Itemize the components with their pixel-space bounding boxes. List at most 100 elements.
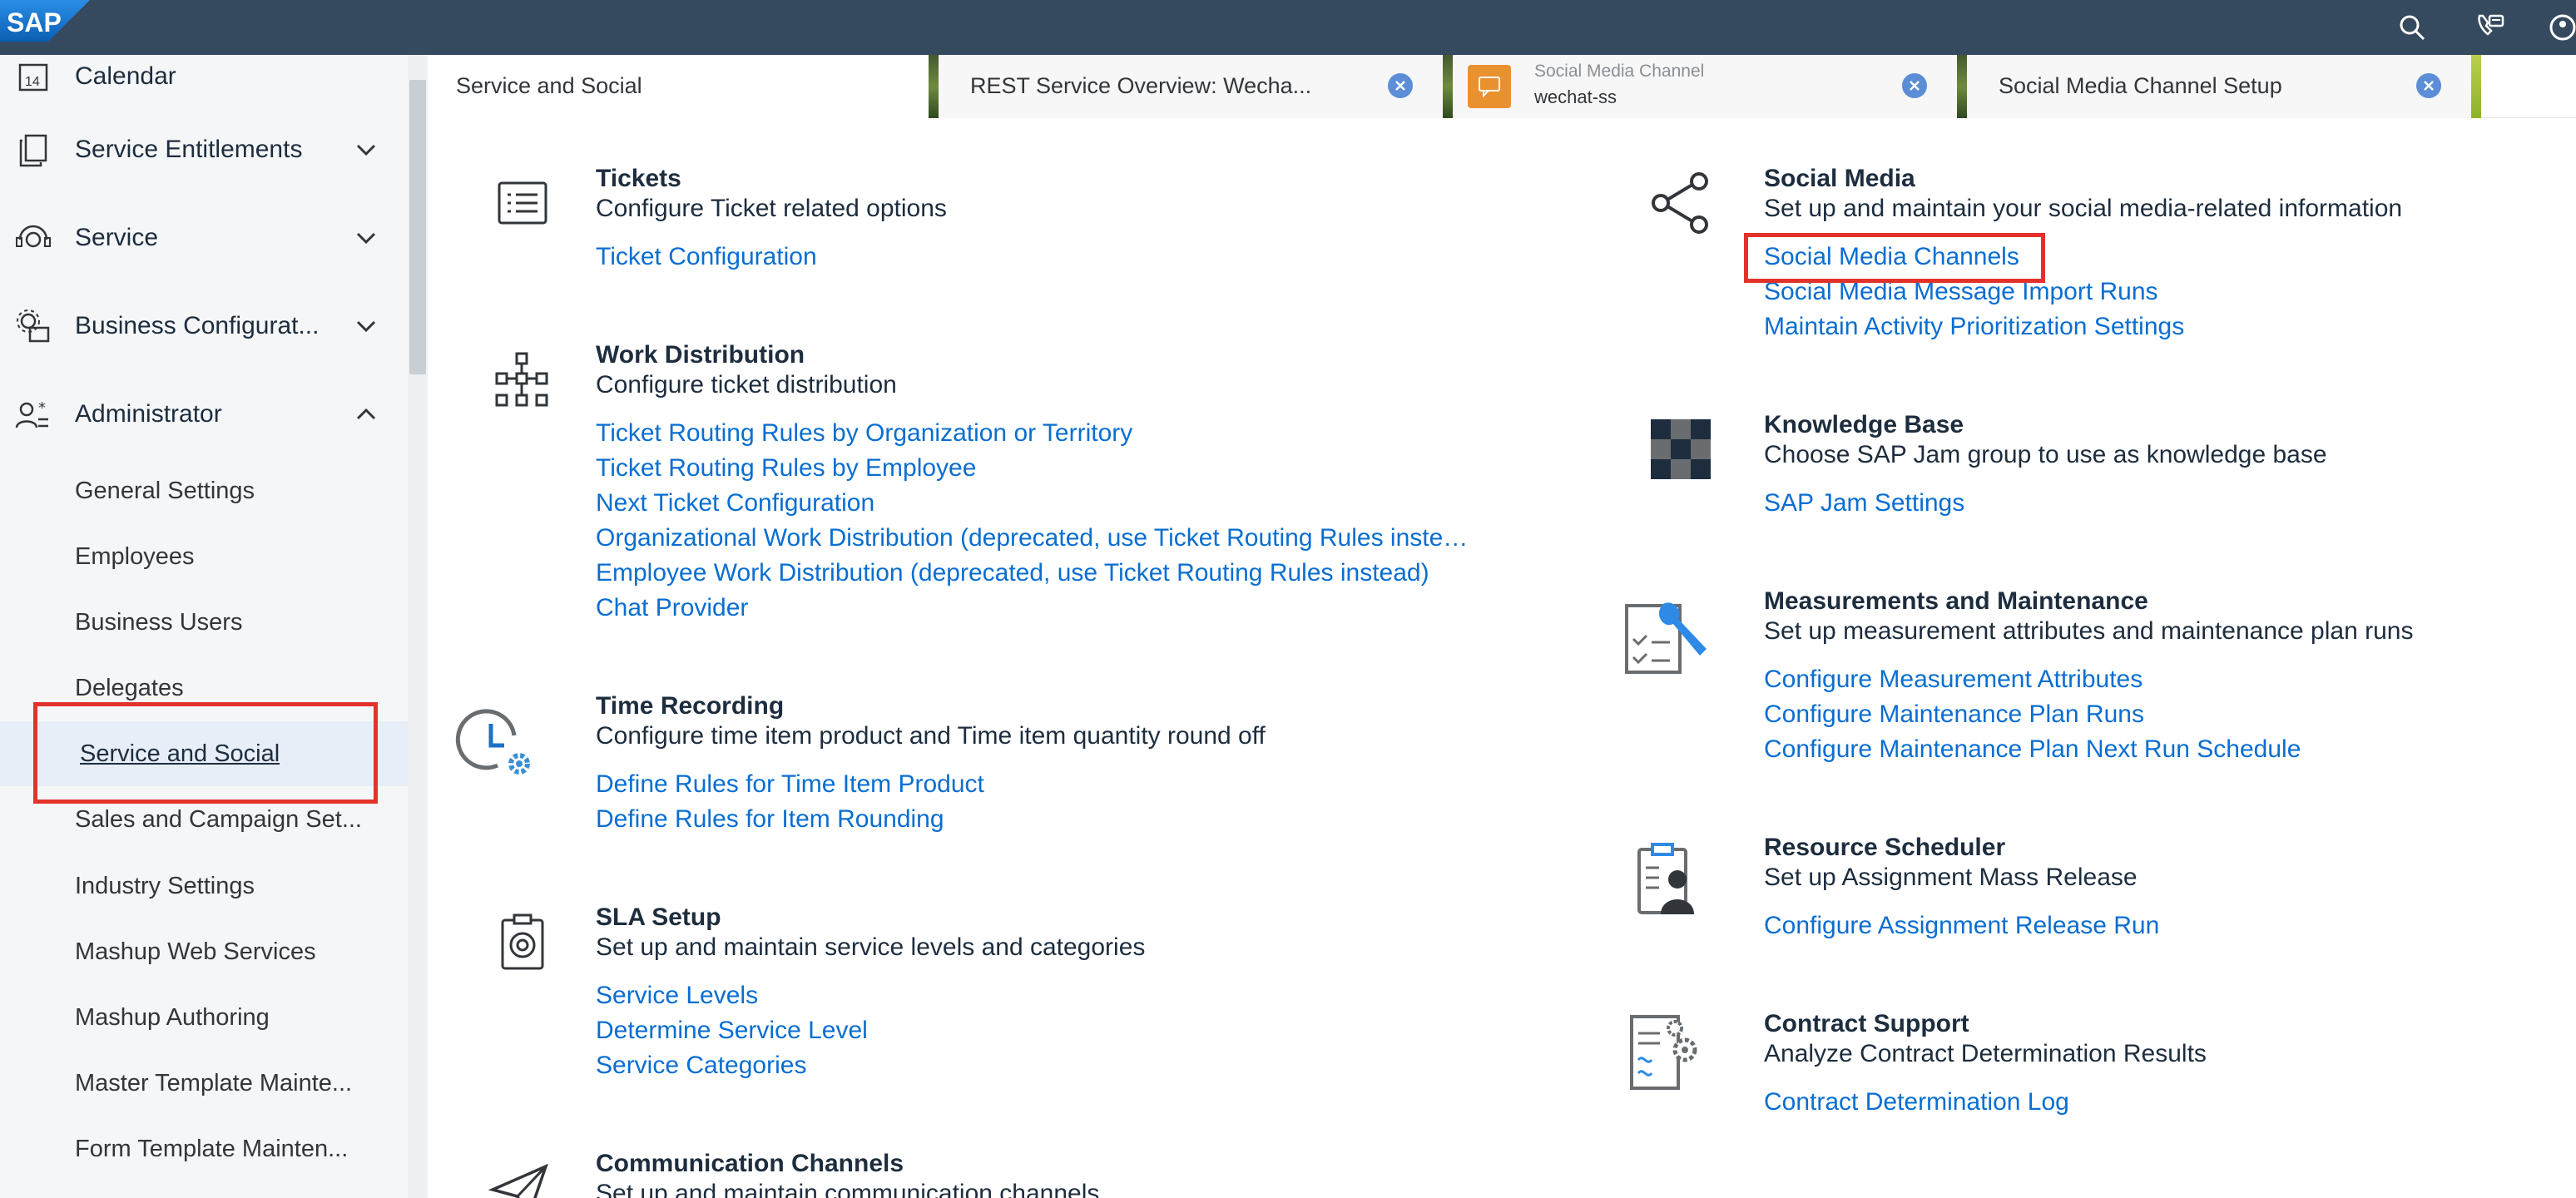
tab-label: Social Media Channel Setup bbox=[1999, 73, 2282, 98]
section-title: Measurements and Maintenance bbox=[1764, 587, 2148, 615]
nav-subitem-label: General Settings bbox=[75, 477, 255, 504]
section-title: Social Media bbox=[1764, 165, 1915, 192]
nav-label-calendar: Calendar bbox=[75, 62, 176, 90]
link-employee-work-distribution[interactable]: Employee Work Distribution (deprecated, … bbox=[596, 559, 1429, 587]
nav-subitem-label: Industry Settings bbox=[75, 872, 255, 899]
nav-label: Service bbox=[75, 224, 159, 251]
phone-chat-icon[interactable] bbox=[2471, 8, 2509, 47]
link-service-categories[interactable]: Service Categories bbox=[596, 1052, 806, 1080]
section-title: SLA Setup bbox=[596, 903, 721, 931]
user-icon[interactable] bbox=[2544, 8, 2576, 47]
share-icon bbox=[1639, 161, 1722, 245]
section-description: Configure time item product and Time ite… bbox=[596, 722, 1266, 750]
nav-label: Administrator bbox=[75, 400, 222, 428]
nav-subitem-label: Mashup Web Services bbox=[75, 938, 316, 965]
nav-item-administrator[interactable]: * Administrator bbox=[0, 373, 408, 456]
link-ticket-configuration[interactable]: Ticket Configuration bbox=[596, 243, 817, 271]
wrench-checklist-icon bbox=[1614, 587, 1714, 687]
search-icon[interactable] bbox=[2393, 8, 2431, 47]
link-activity-prioritization[interactable]: Maintain Activity Prioritization Setting… bbox=[1764, 313, 2184, 341]
chevron-down-icon[interactable] bbox=[353, 136, 379, 163]
nav-subitem-business-users[interactable]: Business Users bbox=[0, 590, 408, 655]
section-measurements-maintenance: Measurements and Maintenance Set up meas… bbox=[1614, 577, 2563, 785]
nav-subitem-label: Mashup Authoring bbox=[75, 1003, 270, 1031]
link-maintenance-plan-schedule[interactable]: Configure Maintenance Plan Next Run Sche… bbox=[1764, 735, 2301, 764]
nav-item-service-entitlements[interactable]: Service Entitlements bbox=[0, 108, 408, 191]
tab-social-media-channel[interactable]: Social Media Channel wechat-ss bbox=[1453, 55, 1957, 118]
section-knowledge-base: Knowledge Base Choose SAP Jam group to u… bbox=[1631, 401, 2563, 542]
chevron-down-icon[interactable] bbox=[353, 225, 379, 251]
link-sap-jam-settings[interactable]: SAP Jam Settings bbox=[1764, 489, 1964, 517]
section-description: Analyze Contract Determination Results bbox=[1764, 1040, 2207, 1067]
copy-icon bbox=[15, 131, 52, 168]
close-icon[interactable] bbox=[1388, 73, 1413, 98]
chevron-up-icon[interactable] bbox=[353, 401, 379, 428]
nav-item-business-configuration[interactable]: Business Configurat... bbox=[0, 285, 408, 368]
paper-plane-icon bbox=[478, 1151, 561, 1198]
section-contract-support: Contract Support Analyze Contract Determ… bbox=[1614, 1000, 2563, 1141]
section-description: Set up and maintain service levels and c… bbox=[596, 933, 1146, 961]
section-title: Contract Support bbox=[1764, 1010, 1969, 1037]
link-assignment-release-run[interactable]: Configure Assignment Release Run bbox=[1764, 912, 2159, 940]
link-next-ticket-configuration[interactable]: Next Ticket Configuration bbox=[596, 489, 874, 517]
tab-subvalue: wechat-ss bbox=[1534, 87, 1617, 107]
section-resource-scheduler: Resource Scheduler Set up Assignment Mas… bbox=[1614, 824, 2563, 965]
sap-logo[interactable]: SAP bbox=[0, 0, 90, 42]
section-description: Set up Assignment Mass Release bbox=[1764, 864, 2138, 891]
nav-subitem-form-template[interactable]: Form Template Mainten... bbox=[0, 1116, 408, 1181]
section-title: Time Recording bbox=[596, 692, 785, 720]
section-time-recording: Time Recording Configure time item produ… bbox=[454, 682, 1536, 849]
link-chat-provider[interactable]: Chat Provider bbox=[596, 594, 748, 622]
close-icon[interactable] bbox=[1902, 73, 1927, 98]
section-title: Communication Channels bbox=[596, 1150, 904, 1177]
nav-subitem-mashup-web-services[interactable]: Mashup Web Services bbox=[0, 919, 408, 984]
tab-divider bbox=[1443, 55, 1453, 118]
user-admin-icon: * bbox=[15, 396, 52, 433]
link-routing-rules-employee[interactable]: Ticket Routing Rules by Employee bbox=[596, 454, 976, 483]
nav-subitem-mashup-authoring[interactable]: Mashup Authoring bbox=[0, 985, 408, 1050]
section-description: Choose SAP Jam group to use as knowledge… bbox=[1764, 441, 2327, 468]
link-maintenance-plan-runs[interactable]: Configure Maintenance Plan Runs bbox=[1764, 700, 2144, 729]
section-description: Set up and maintain your social media-re… bbox=[1764, 195, 2403, 222]
section-description: Configure Ticket related options bbox=[596, 195, 947, 222]
link-service-levels[interactable]: Service Levels bbox=[596, 982, 758, 1010]
side-navigation: 14 Calendar Service Entitlements Service… bbox=[0, 55, 408, 1198]
section-title: Work Distribution bbox=[596, 341, 805, 369]
tab-rest-service-overview[interactable]: REST Service Overview: Wecha... bbox=[939, 55, 1443, 118]
calendar-icon: 14 bbox=[15, 58, 52, 95]
tab-divider bbox=[2471, 55, 2481, 118]
nav-subitem-employees[interactable]: Employees bbox=[0, 524, 408, 589]
resource-person-icon bbox=[1614, 834, 1714, 925]
section-description: Set up measurement attributes and mainte… bbox=[1764, 617, 2414, 645]
link-routing-rules-org[interactable]: Ticket Routing Rules by Organization or … bbox=[596, 419, 1132, 448]
tab-service-and-social[interactable]: Service and Social bbox=[428, 55, 929, 118]
section-title: Knowledge Base bbox=[1764, 411, 1964, 438]
jam-icon bbox=[1639, 408, 1722, 491]
link-determine-service-level[interactable]: Determine Service Level bbox=[596, 1017, 868, 1045]
headset-icon bbox=[15, 220, 52, 256]
chat-icon bbox=[1468, 65, 1511, 108]
section-description: Configure ticket distribution bbox=[596, 371, 897, 399]
nav-subitem-label: Business Users bbox=[75, 608, 243, 636]
tab-divider bbox=[929, 55, 939, 118]
nav-subitem-master-template[interactable]: Master Template Mainte... bbox=[0, 1051, 408, 1116]
nav-subitem-label: Delegates bbox=[75, 674, 184, 701]
link-time-item-product[interactable]: Define Rules for Time Item Product bbox=[596, 770, 984, 799]
sidebar-scrollbar-thumb[interactable] bbox=[409, 80, 426, 374]
section-tickets: Tickets Configure Ticket related options… bbox=[469, 155, 1551, 288]
highlight-box-service-and-social bbox=[33, 702, 378, 804]
chevron-down-icon[interactable] bbox=[353, 313, 379, 339]
tab-label: Service and Social bbox=[456, 73, 642, 98]
nav-item-service[interactable]: Service bbox=[0, 196, 408, 280]
section-title: Resource Scheduler bbox=[1764, 834, 2006, 861]
close-icon[interactable] bbox=[2416, 73, 2441, 98]
highlight-box-social-media-channels bbox=[1744, 233, 2045, 283]
tab-social-media-channel-setup[interactable]: Social Media Channel Setup bbox=[1967, 55, 2471, 118]
link-measurement-attributes[interactable]: Configure Measurement Attributes bbox=[1764, 666, 2143, 694]
link-org-work-distribution[interactable]: Organizational Work Distribution (deprec… bbox=[596, 524, 1468, 552]
link-contract-determination-log[interactable]: Contract Determination Log bbox=[1764, 1088, 2069, 1116]
link-item-rounding[interactable]: Define Rules for Item Rounding bbox=[596, 805, 944, 834]
nav-subitem-general-settings[interactable]: General Settings bbox=[0, 458, 408, 523]
section-work-distribution: Work Distribution Configure ticket distr… bbox=[469, 331, 1551, 647]
nav-subitem-industry-settings[interactable]: Industry Settings bbox=[0, 854, 408, 918]
